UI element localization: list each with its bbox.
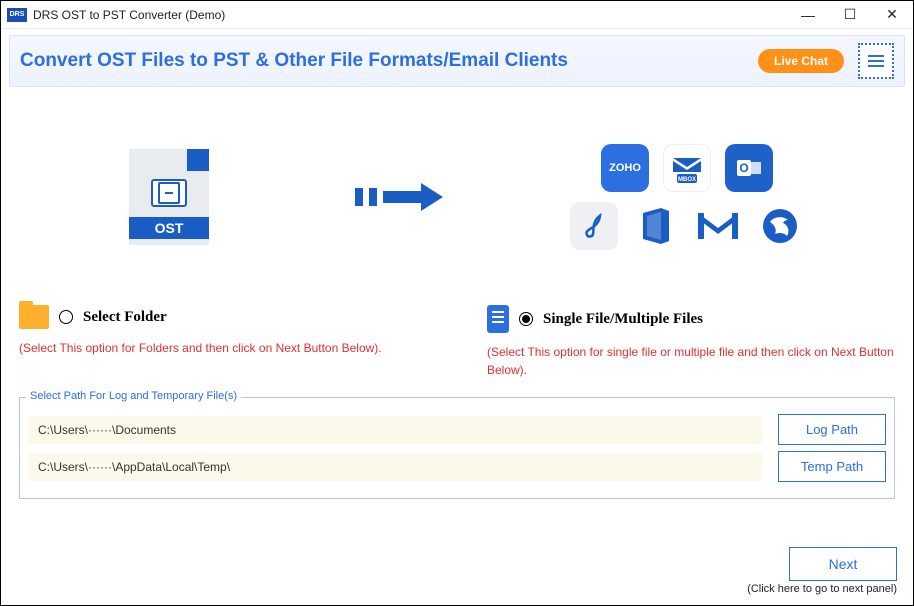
window-title: DRS OST to PST Converter (Demo) — [33, 8, 225, 22]
select-folder-label: Select Folder — [83, 309, 167, 326]
single-file-label: Single File/Multiple Files — [543, 311, 703, 328]
pdf-icon — [570, 202, 618, 250]
select-folder-option[interactable]: Select Folder (Select This option for Fo… — [19, 305, 427, 379]
office-icon — [632, 202, 680, 250]
zoho-icon: ZOHO — [601, 144, 649, 192]
select-folder-hint: (Select This option for Folders and then… — [19, 339, 427, 357]
single-file-radio[interactable] — [519, 312, 533, 326]
close-button[interactable]: ✕ — [871, 1, 913, 29]
log-path-input[interactable] — [28, 416, 762, 444]
maximize-button[interactable]: ☐ — [829, 1, 871, 29]
temp-path-button[interactable]: Temp Path — [778, 451, 886, 482]
next-button[interactable]: Next — [789, 547, 897, 581]
ost-file-icon: OST — [129, 149, 209, 245]
svg-text:O: O — [739, 161, 748, 175]
folder-icon — [19, 305, 49, 329]
svg-text:MBOX: MBOX — [678, 177, 696, 183]
app-logo-icon: DRS — [7, 8, 27, 22]
paths-fieldset: Select Path For Log and Temporary File(s… — [19, 397, 895, 499]
mbox-icon: MBOX — [663, 144, 711, 192]
hero-graphic: OST ZOHO MBOX O — [19, 97, 895, 297]
select-folder-radio[interactable] — [59, 310, 73, 324]
menu-button[interactable] — [858, 43, 894, 79]
arrow-icon — [319, 183, 479, 211]
hamburger-icon — [867, 54, 885, 68]
log-path-button[interactable]: Log Path — [778, 414, 886, 445]
gmail-icon — [694, 202, 742, 250]
titlebar: DRS DRS OST to PST Converter (Demo) — ☐ … — [1, 1, 913, 29]
minimize-button[interactable]: — — [787, 1, 829, 29]
temp-path-input[interactable] — [28, 453, 762, 481]
paths-legend: Select Path For Log and Temporary File(s… — [26, 390, 241, 402]
next-hint: (Click here to go to next panel) — [747, 583, 897, 595]
thunderbird-icon — [756, 202, 804, 250]
header-bar: Convert OST Files to PST & Other File Fo… — [9, 35, 905, 87]
live-chat-button[interactable]: Live Chat — [758, 49, 844, 73]
document-icon — [487, 305, 509, 333]
single-file-option[interactable]: Single File/Multiple Files (Select This … — [487, 305, 895, 379]
outlook-icon: O — [725, 144, 773, 192]
single-file-hint: (Select This option for single file or m… — [487, 343, 895, 379]
ost-label: OST — [129, 217, 209, 239]
page-title: Convert OST Files to PST & Other File Fo… — [20, 50, 758, 72]
